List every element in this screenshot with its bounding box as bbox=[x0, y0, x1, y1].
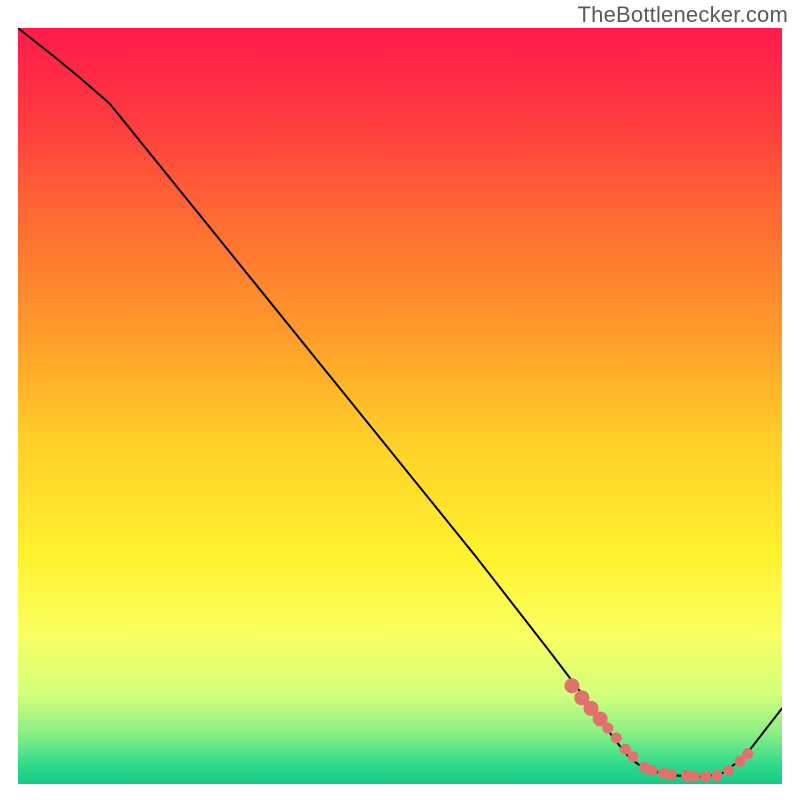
watermark-text: TheBottlenecker.com bbox=[578, 2, 788, 28]
chart-marker bbox=[564, 678, 579, 693]
chart-marker bbox=[666, 769, 677, 780]
chart-plot-area bbox=[18, 28, 782, 784]
chart-marker bbox=[602, 723, 613, 734]
chart-marker bbox=[700, 771, 711, 782]
chart-marker bbox=[628, 751, 639, 762]
chart-frame: TheBottlenecker.com bbox=[0, 0, 800, 800]
chart-marker bbox=[712, 770, 723, 781]
chart-marker bbox=[723, 765, 734, 776]
chart-marker bbox=[611, 732, 622, 743]
chart-gradient-background bbox=[18, 28, 782, 784]
chart-marker bbox=[647, 765, 658, 776]
chart-marker bbox=[742, 748, 753, 759]
chart-svg bbox=[18, 28, 782, 784]
chart-marker bbox=[689, 771, 700, 782]
